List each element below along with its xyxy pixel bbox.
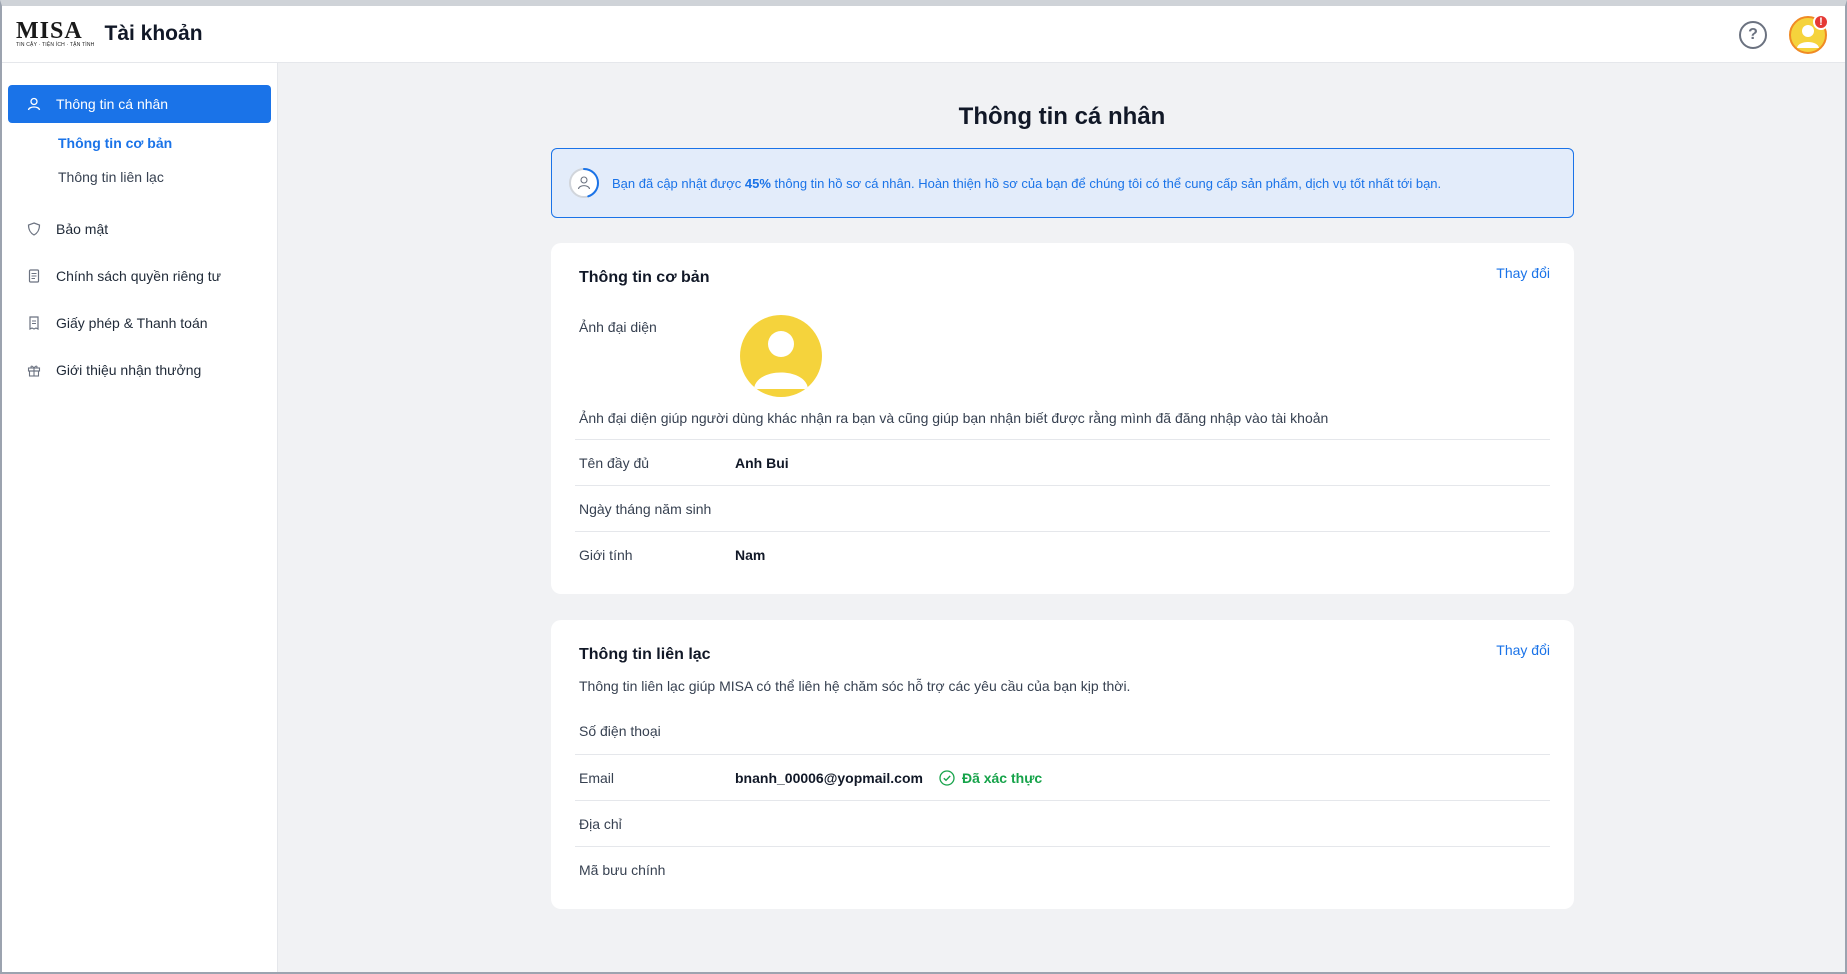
- gift-icon: [26, 362, 42, 378]
- top-header: MISA TIN CẬY · TIỆN ÍCH · TẬN TÌNH Tài k…: [2, 6, 1845, 63]
- field-label: Số điện thoại: [579, 723, 661, 739]
- field-label: Mã bưu chính: [579, 861, 666, 878]
- sidebar-item-label: Chính sách quyền riêng tư: [56, 268, 222, 284]
- profile-avatar[interactable]: [740, 315, 822, 397]
- contact-info-description: Thông tin liên lạc giúp MISA có thể liên…: [579, 678, 1131, 694]
- field-row-postal-code: Mã bưu chính: [575, 846, 1550, 892]
- basic-info-card: Thông tin cơ bản Thay đổi Ảnh đại diện Ả…: [551, 243, 1574, 594]
- sidebar-item-security[interactable]: Bảo mật: [8, 210, 271, 248]
- field-label: Ngày tháng năm sinh: [579, 500, 712, 517]
- avatar-label: Ảnh đại diện: [579, 319, 657, 335]
- email-verified-status: Đã xác thực: [939, 770, 1042, 786]
- banner-text-after: thông tin hồ sơ cá nhân. Hoàn thiện hồ s…: [770, 175, 1442, 191]
- sidebar-subitem-basic-info[interactable]: Thông tin cơ bản: [8, 126, 271, 160]
- contact-info-title: Thông tin liên lạc: [579, 646, 711, 663]
- profile-completion-banner: Bạn đã cập nhật được 45% thông tin hồ sơ…: [551, 148, 1574, 218]
- basic-info-edit-link[interactable]: Thay đổi: [1496, 265, 1550, 281]
- user-avatar-button[interactable]: !: [1789, 14, 1829, 54]
- profile-progress-ring: [569, 168, 599, 198]
- sidebar-item-license-payment[interactable]: Giấy phép & Thanh toán: [8, 304, 271, 342]
- banner-text-before: Bạn đã cập nhật được: [612, 175, 745, 191]
- field-row-full-name: Tên đầy đủ Anh Bui: [575, 439, 1550, 485]
- logo-tagline: TIN CẬY · TIỆN ÍCH · TẬN TÌNH: [16, 42, 95, 48]
- field-value: bnanh_00006@yopmail.com: [735, 769, 923, 786]
- field-row-email: Email bnanh_00006@yopmail.com Đã xác thự…: [575, 754, 1550, 800]
- field-label: Email: [579, 769, 615, 786]
- user-icon: [26, 96, 42, 112]
- field-value: Nam: [735, 546, 766, 563]
- banner-text: Bạn đã cập nhật được 45% thông tin hồ sơ…: [612, 176, 1441, 191]
- document-icon: [26, 268, 42, 284]
- help-icon[interactable]: ?: [1739, 21, 1767, 49]
- field-label: Giới tính: [579, 546, 633, 563]
- avatar-description: Ảnh đại diện giúp người dùng khác nhận r…: [579, 410, 1329, 426]
- sidebar-submenu: Thông tin cơ bản Thông tin liên lạc: [8, 126, 271, 194]
- banner-percent: 45%: [744, 175, 771, 191]
- field-row-gender: Giới tính Nam: [575, 531, 1550, 577]
- user-silhouette-icon: [754, 331, 808, 389]
- receipt-icon: [26, 315, 42, 331]
- sidebar-item-label: Giấy phép & Thanh toán: [56, 315, 208, 331]
- misa-logo[interactable]: MISA TIN CẬY · TIỆN ÍCH · TẬN TÌNH: [16, 18, 95, 48]
- sidebar-item-label: Giới thiệu nhận thưởng: [56, 362, 202, 378]
- field-row-birthdate: Ngày tháng năm sinh: [575, 485, 1550, 531]
- field-label: Địa chỉ: [579, 815, 622, 832]
- sidebar-subitem-contact-info[interactable]: Thông tin liên lạc: [8, 160, 271, 194]
- sidebar-item-privacy-policy[interactable]: Chính sách quyền riêng tư: [8, 257, 271, 295]
- shield-icon: [26, 221, 42, 237]
- sidebar: Thông tin cá nhân Thông tin cơ bản Thông…: [2, 63, 278, 972]
- verified-label: Đã xác thực: [961, 769, 1043, 786]
- contact-info-card: Thông tin liên lạc Thay đổi Thông tin li…: [551, 620, 1574, 909]
- sidebar-item-label: Bảo mật: [56, 221, 109, 237]
- sidebar-item-referral-rewards[interactable]: Giới thiệu nhận thưởng: [8, 351, 271, 389]
- field-row-phone: Số điện thoại: [575, 708, 1550, 754]
- page-title: Thông tin cá nhân: [958, 103, 1166, 130]
- basic-info-title: Thông tin cơ bản: [579, 269, 710, 286]
- logo-wordmark: MISA: [16, 18, 83, 44]
- field-value: Anh Bui: [735, 454, 789, 471]
- app-window: MISA TIN CẬY · TIỆN ÍCH · TẬN TÌNH Tài k…: [0, 0, 1847, 974]
- main-content: Thông tin cá nhân Bạn đã cập nhật được 4…: [279, 63, 1845, 972]
- field-row-address: Địa chỉ: [575, 800, 1550, 846]
- notification-badge: !: [1813, 14, 1829, 30]
- sidebar-item-label: Thông tin cá nhân: [56, 96, 169, 112]
- check-circle-icon: [939, 769, 955, 786]
- app-title: Tài khoản: [104, 22, 203, 45]
- sidebar-item-personal-info[interactable]: Thông tin cá nhân: [8, 85, 271, 123]
- contact-info-edit-link[interactable]: Thay đổi: [1496, 642, 1550, 658]
- header-actions: ? !: [1739, 14, 1829, 54]
- field-label: Tên đầy đủ: [579, 454, 650, 471]
